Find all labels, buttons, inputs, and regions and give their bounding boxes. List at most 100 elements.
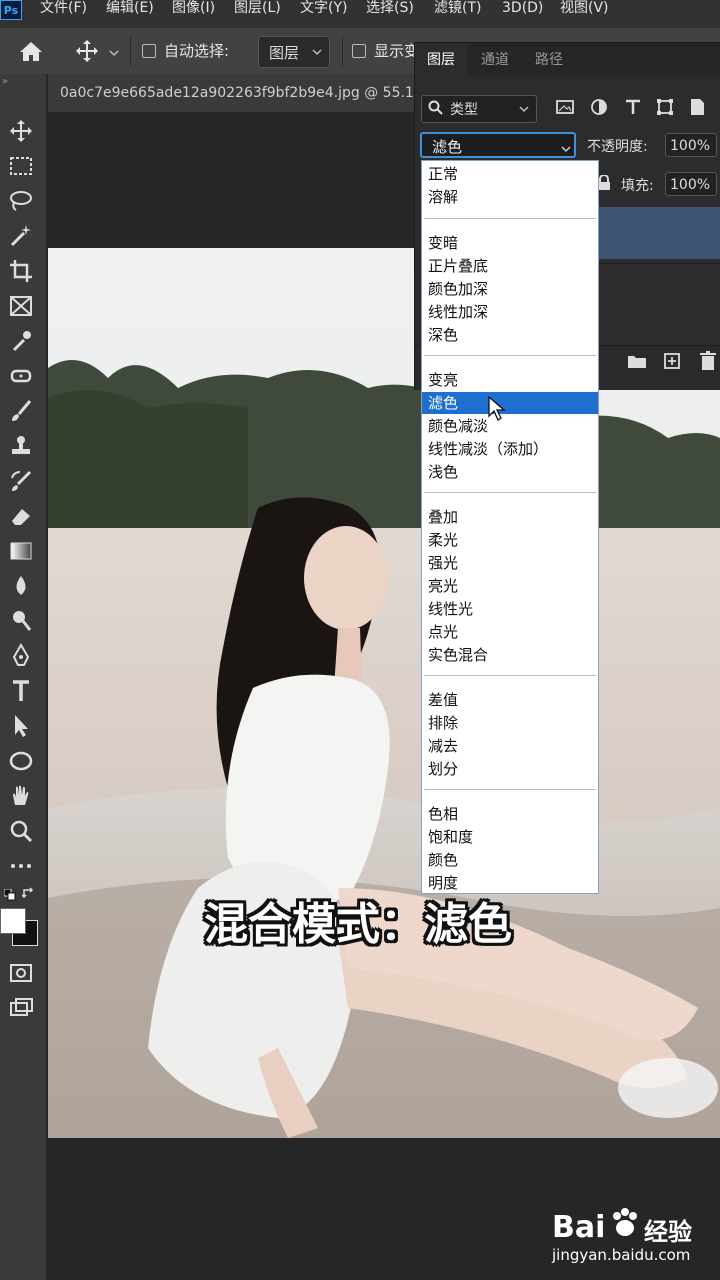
blend-mode-menu: 正常 溶解 变暗 正片叠底 颜色加深 线性加深 深色 变亮 滤色 颜色减淡 线性… <box>421 160 599 894</box>
fill-input[interactable]: 100% <box>665 172 717 196</box>
screen-mode-icon[interactable] <box>6 993 36 1023</box>
watermark-brand-cn: 经验 <box>644 1218 692 1246</box>
blend-option-hard-mix[interactable]: 实色混合 <box>422 644 598 666</box>
blend-option-linear-dodge[interactable]: 线性减淡（添加） <box>422 438 598 460</box>
menu-view[interactable]: 视图(V) <box>560 0 609 18</box>
auto-select-target-value: 图层 <box>269 44 300 62</box>
eraser-tool-icon[interactable] <box>6 501 36 531</box>
blend-option-color-burn[interactable]: 颜色加深 <box>422 278 598 300</box>
blend-option-normal[interactable]: 正常 <box>422 163 598 185</box>
brush-tool-icon[interactable] <box>6 396 36 426</box>
watermark-brand: Bai <box>552 1210 606 1245</box>
blend-option-color[interactable]: 颜色 <box>422 849 598 871</box>
blend-option-subtract[interactable]: 减去 <box>422 735 598 757</box>
lock-icon[interactable] <box>597 174 611 195</box>
paw-logo-icon <box>608 1206 642 1244</box>
menu-separator <box>424 218 596 219</box>
menu-layer[interactable]: 图层(L) <box>234 0 281 18</box>
menu-edit[interactable]: 编辑(E) <box>106 0 154 18</box>
blur-tool-icon[interactable] <box>6 571 36 601</box>
menu-bar: Ps 文件(F) 编辑(E) 图像(I) 图层(L) 文字(Y) 选择(S) 滤… <box>0 0 720 28</box>
layer-row[interactable] <box>595 263 720 316</box>
quick-mask-icon[interactable] <box>6 958 36 988</box>
adjustment-filter-icon[interactable] <box>589 97 609 121</box>
foreground-color-swatch[interactable] <box>0 908 26 934</box>
collapse-panel-icon[interactable]: » <box>2 76 8 87</box>
menu-image[interactable]: 图像(I) <box>172 0 215 18</box>
blend-option-multiply[interactable]: 正片叠底 <box>422 255 598 277</box>
auto-select-checkbox[interactable] <box>142 43 156 62</box>
layer-row-selected[interactable] <box>595 207 720 259</box>
default-colors-icon[interactable] <box>3 886 16 901</box>
chevron-down-icon[interactable] <box>108 44 120 57</box>
blend-option-screen[interactable]: 滤色 <box>422 392 598 414</box>
more-tools-icon[interactable] <box>6 851 36 881</box>
move-tool-icon[interactable] <box>6 116 36 146</box>
lasso-tool-icon[interactable] <box>6 186 36 216</box>
home-icon[interactable] <box>18 39 44 63</box>
move-tool-icon[interactable] <box>74 38 100 64</box>
gradient-tool-icon[interactable] <box>6 536 36 566</box>
pen-tool-icon[interactable] <box>6 641 36 671</box>
menu-select[interactable]: 选择(S) <box>366 0 414 18</box>
tab-paths[interactable]: 路径 <box>523 43 575 77</box>
blend-option-dissolve[interactable]: 溶解 <box>422 186 598 208</box>
marquee-tool-icon[interactable] <box>6 151 36 181</box>
blend-option-darker-color[interactable]: 深色 <box>422 324 598 346</box>
blend-option-hue[interactable]: 色相 <box>422 803 598 825</box>
tab-channels[interactable]: 通道 <box>469 43 521 77</box>
menu-3d[interactable]: 3D(D) <box>502 0 543 18</box>
blend-option-exclusion[interactable]: 排除 <box>422 712 598 734</box>
layer-filter-dropdown[interactable]: 类型 <box>421 95 537 123</box>
menu-file[interactable]: 文件(F) <box>40 0 87 18</box>
document-tab[interactable]: 0a0c7e9e665ade12a902263f9bf2b9e4.jpg @ 5… <box>48 74 440 112</box>
type-tool-icon[interactable] <box>6 676 36 706</box>
path-selection-icon[interactable] <box>6 711 36 741</box>
stamp-tool-icon[interactable] <box>6 431 36 461</box>
blend-option-overlay[interactable]: 叠加 <box>422 506 598 528</box>
blend-option-divide[interactable]: 划分 <box>422 758 598 780</box>
menu-type[interactable]: 文字(Y) <box>300 0 347 18</box>
blend-option-difference[interactable]: 差值 <box>422 689 598 711</box>
blend-option-color-dodge[interactable]: 颜色减淡 <box>422 415 598 437</box>
blend-option-linear-burn[interactable]: 线性加深 <box>422 301 598 323</box>
image-filter-icon[interactable] <box>555 97 575 121</box>
healing-brush-icon[interactable] <box>6 361 36 391</box>
blend-option-pin-light[interactable]: 点光 <box>422 621 598 643</box>
blend-option-saturation[interactable]: 饱和度 <box>422 826 598 848</box>
eyedropper-icon[interactable] <box>6 326 36 356</box>
ellipse-tool-icon[interactable] <box>6 746 36 776</box>
group-folder-icon[interactable] <box>627 353 647 373</box>
smart-object-filter-icon[interactable] <box>687 97 707 121</box>
dodge-tool-icon[interactable] <box>6 606 36 636</box>
blend-option-darken[interactable]: 变暗 <box>422 232 598 254</box>
type-filter-icon[interactable] <box>623 97 643 121</box>
auto-select-target-dropdown[interactable]: 图层 <box>258 36 330 68</box>
blend-option-lighter-color[interactable]: 浅色 <box>422 461 598 483</box>
blend-option-hard-light[interactable]: 强光 <box>422 552 598 574</box>
fill-label: 填充: <box>621 178 654 194</box>
zoom-tool-icon[interactable] <box>6 816 36 846</box>
new-layer-icon[interactable] <box>663 352 681 374</box>
crop-tool-icon[interactable] <box>6 256 36 286</box>
menu-separator <box>424 492 596 493</box>
blend-option-lighten[interactable]: 变亮 <box>422 369 598 391</box>
delete-layer-icon[interactable] <box>699 351 717 375</box>
blend-option-soft-light[interactable]: 柔光 <box>422 529 598 551</box>
menu-filter[interactable]: 滤镜(T) <box>434 0 481 18</box>
search-icon <box>428 100 444 120</box>
history-brush-icon[interactable] <box>6 466 36 496</box>
hand-tool-icon[interactable] <box>6 781 36 811</box>
show-transform-checkbox[interactable] <box>352 43 366 62</box>
blend-option-vivid-light[interactable]: 亮光 <box>422 575 598 597</box>
swap-colors-icon[interactable] <box>21 886 36 900</box>
opacity-input[interactable]: 100% <box>665 133 717 157</box>
menu-separator <box>424 355 596 356</box>
blend-option-linear-light[interactable]: 线性光 <box>422 598 598 620</box>
magic-wand-icon[interactable] <box>6 221 36 251</box>
shape-filter-icon[interactable] <box>655 97 675 121</box>
tab-layers[interactable]: 图层 <box>415 43 467 77</box>
menu-separator <box>424 789 596 790</box>
blend-mode-dropdown[interactable]: 滤色 <box>420 132 576 158</box>
frame-tool-icon[interactable] <box>6 291 36 321</box>
